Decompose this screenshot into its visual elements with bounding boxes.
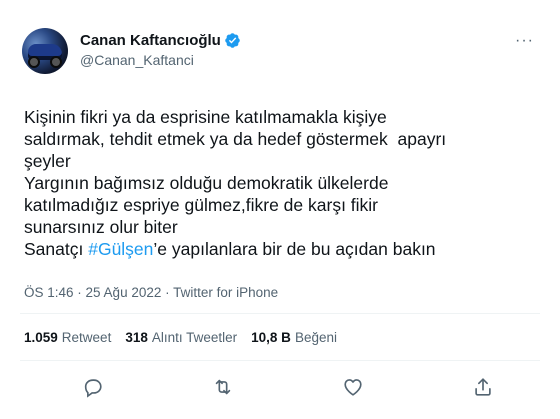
avatar-wheel bbox=[28, 56, 40, 68]
tweet-text-line: şeyler bbox=[24, 151, 71, 171]
display-name-row: Canan Kaftancıoğlu bbox=[80, 30, 241, 50]
more-horizontal-icon[interactable]: ··· bbox=[515, 32, 534, 50]
quote-count-value: 318 bbox=[125, 330, 148, 345]
like-count-label: Beğeni bbox=[294, 330, 337, 345]
verified-badge-icon bbox=[225, 32, 240, 48]
hashtag-link[interactable]: #Gülşen bbox=[88, 239, 153, 259]
tweet-text: Kişinin fikri ya da esprisine katılmamak… bbox=[24, 106, 544, 260]
tweet-card: Canan Kaftancıoğlu @Canan_Kaftanci ··· K… bbox=[0, 0, 560, 419]
last-line-prefix: Sanatçı bbox=[24, 239, 89, 259]
tweet-header: Canan Kaftancıoğlu @Canan_Kaftanci ··· bbox=[20, 24, 540, 74]
quote-count[interactable]: 318 Alıntı Tweetler bbox=[125, 330, 237, 345]
tweet-text-line: Kişinin fikri ya da esprisine katılmamak… bbox=[24, 107, 387, 127]
tweet-text-line: saldırmak, tehdit etmek ya da hedef göst… bbox=[24, 129, 447, 149]
avatar-wheel bbox=[50, 56, 62, 68]
avatar[interactable] bbox=[22, 28, 68, 74]
tweet-text-line: katılmadığız espriye gülmez,fikre de kar… bbox=[24, 195, 379, 215]
last-line-suffix: ’e yapılanlara bir de bu açıdan bakın bbox=[153, 239, 436, 259]
tweet-stats: 1.059 Retweet 318 Alıntı Tweetler 10,8 B Be… bbox=[24, 330, 337, 345]
tweet-source[interactable]: Twitter for iPhone bbox=[173, 285, 278, 300]
tweet-actions bbox=[20, 372, 540, 402]
tweet-text-line-last: Sanatçı #Gülşen’e yapılanlara bir de bu … bbox=[24, 238, 544, 260]
reply-icon[interactable] bbox=[82, 376, 104, 398]
retweet-count-value: 1.059 bbox=[24, 330, 58, 345]
meta-separator: · bbox=[161, 285, 174, 300]
display-name[interactable]: Canan Kaftancıoğlu bbox=[80, 32, 221, 49]
retweet-count[interactable]: 1.059 Retweet bbox=[24, 330, 111, 345]
author-handle[interactable]: @Canan_Kaftanci bbox=[80, 52, 241, 68]
divider bbox=[20, 360, 540, 361]
like-icon[interactable] bbox=[342, 376, 364, 398]
tweet-time[interactable]: ÖS 1:46 bbox=[24, 285, 74, 300]
share-icon[interactable] bbox=[472, 376, 494, 398]
like-count-value: 10,8 B bbox=[251, 330, 291, 345]
retweet-icon[interactable] bbox=[212, 376, 234, 398]
retweet-count-label: Retweet bbox=[61, 330, 112, 345]
author-names: Canan Kaftancıoğlu @Canan_Kaftanci bbox=[80, 30, 241, 68]
meta-separator: · bbox=[73, 285, 86, 300]
tweet-text-line: sunarsınız olur biter bbox=[24, 217, 178, 237]
tweet-meta: ÖS 1:46 · 25 Ağu 2022 · Twitter for iPho… bbox=[24, 285, 278, 300]
tweet-text-line: Yargının bağımsız olduğu demokratik ülke… bbox=[24, 173, 389, 193]
like-count[interactable]: 10,8 B Beğeni bbox=[251, 330, 337, 345]
quote-count-label: Alıntı Tweetler bbox=[151, 330, 238, 345]
divider bbox=[20, 313, 540, 314]
tweet-date[interactable]: 25 Ağu 2022 bbox=[86, 285, 162, 300]
